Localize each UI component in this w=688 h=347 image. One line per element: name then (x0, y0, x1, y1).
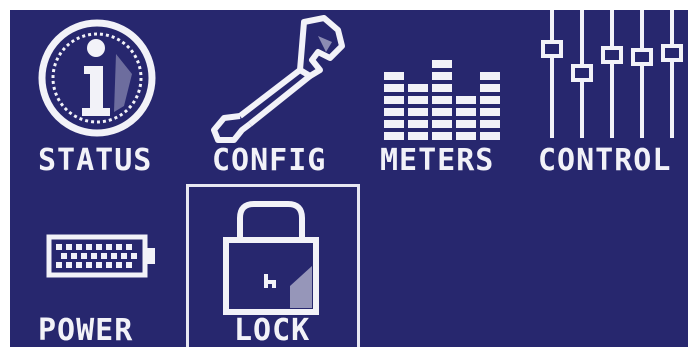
menu-item-control[interactable]: CONTROL (530, 10, 688, 190)
menu-item-label: CONTROL (538, 143, 672, 178)
menu-item-config[interactable]: CONFIG (200, 10, 370, 190)
menu-item-label: METERS (380, 143, 495, 178)
wrench-icon (211, 15, 345, 143)
menu-item-label: LOCK (234, 313, 311, 347)
menu-item-meters[interactable]: METERS (370, 10, 540, 190)
battery-icon (46, 234, 155, 278)
menu-item-label: CONFIG (212, 143, 327, 178)
menu-item-power[interactable]: POWER (10, 188, 186, 347)
bar-meter-icon (384, 60, 500, 140)
fader-sliders-icon (541, 10, 683, 138)
menu-item-label: STATUS (38, 143, 153, 178)
menu-item-label: POWER (38, 313, 134, 347)
padlock-icon (223, 201, 319, 315)
lcd-menu-screen: STATUS CONFIG METERS CONTROL POWER LOCK (10, 10, 688, 347)
info-icon (38, 19, 156, 137)
menu-item-lock[interactable]: LOCK (186, 184, 360, 347)
menu-item-status[interactable]: STATUS (10, 10, 180, 190)
